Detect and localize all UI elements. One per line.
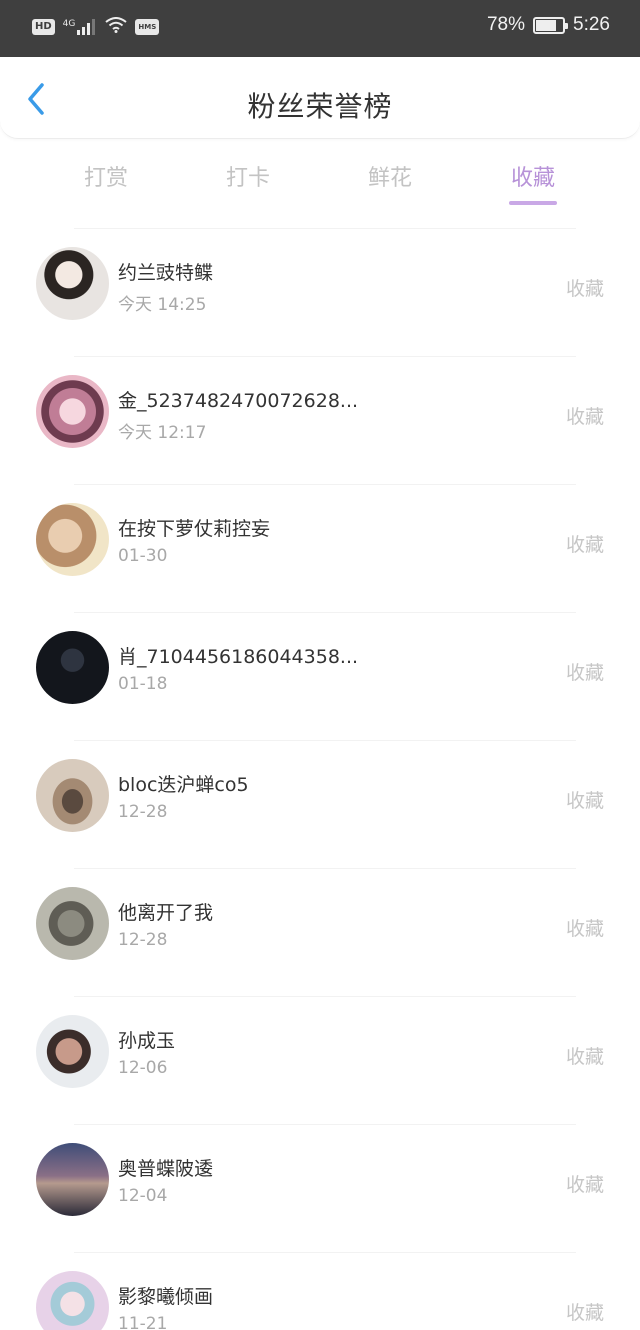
wifi-icon — [105, 17, 127, 37]
tab-checkin[interactable]: 打卡 — [208, 160, 288, 192]
battery-percent: 78% — [486, 14, 526, 35]
tab-favorites[interactable]: 收藏 — [493, 160, 573, 192]
list-item[interactable]: 孙成玉 12-06 收藏 — [0, 996, 640, 1124]
avatar[interactable] — [36, 503, 109, 576]
user-name: 孙成玉 — [118, 1030, 176, 1052]
active-tab-indicator — [509, 201, 557, 205]
tab-reward[interactable]: 打赏 — [66, 160, 146, 192]
tab-flowers[interactable]: 鲜花 — [350, 160, 430, 192]
divider — [74, 868, 576, 869]
timestamp: 12-28 — [118, 802, 168, 822]
list-item[interactable]: 肖_7104456186044358... 01-18 收藏 — [0, 612, 640, 740]
page-title: 粉丝荣誉榜 — [247, 90, 393, 123]
hd-badge: HD — [32, 19, 55, 35]
user-name: bloc迭沪蝉co5 — [118, 774, 249, 796]
list-item[interactable]: bloc迭沪蝉co5 12-28 收藏 — [0, 740, 640, 868]
avatar[interactable] — [36, 1143, 109, 1216]
favorite-label: 收藏 — [565, 1174, 604, 1196]
status-left: HD 4G HMS — [32, 17, 160, 37]
list-item[interactable]: 在按下萝仗莉控妄 01-30 收藏 — [0, 484, 640, 612]
user-name: 金_5237482470072628... — [118, 390, 359, 412]
battery-icon — [533, 16, 569, 34]
list-item[interactable]: 奥普蝶陂逶 12-04 收藏 — [0, 1124, 640, 1252]
user-name: 约兰豉特鲽 — [118, 262, 214, 284]
timestamp: 今天 12:17 — [118, 423, 207, 443]
user-name: 影黎曦倾画 — [118, 1286, 214, 1308]
divider — [74, 484, 576, 485]
timestamp: 今天 14:25 — [118, 295, 207, 315]
favorite-label: 收藏 — [565, 1302, 604, 1324]
user-name: 奥普蝶陂逶 — [118, 1158, 214, 1180]
timestamp: 11-21 — [118, 1314, 168, 1330]
header: 粉丝荣誉榜 — [0, 57, 640, 139]
timestamp: 12-06 — [118, 1058, 168, 1078]
favorite-label: 收藏 — [565, 534, 604, 556]
avatar[interactable] — [36, 1015, 109, 1088]
timestamp: 01-18 — [118, 674, 168, 694]
list-item[interactable]: 约兰豉特鲽 今天 14:25 收藏 — [0, 228, 640, 356]
favorite-label: 收藏 — [565, 1046, 604, 1068]
status-bar: HD 4G HMS 78% 5:26 — [0, 0, 640, 57]
signal-icon: 4G — [63, 19, 98, 35]
divider — [74, 1252, 576, 1253]
timestamp: 12-04 — [118, 1186, 168, 1206]
avatar[interactable] — [36, 887, 109, 960]
user-name: 他离开了我 — [118, 902, 214, 924]
list-item[interactable]: 金_5237482470072628... 今天 12:17 收藏 — [0, 356, 640, 484]
favorite-label: 收藏 — [565, 278, 604, 300]
timestamp: 12-28 — [118, 930, 168, 950]
favorite-label: 收藏 — [565, 790, 604, 812]
user-name: 肖_7104456186044358... — [118, 646, 359, 668]
avatar[interactable] — [36, 1271, 109, 1330]
divider — [74, 740, 576, 741]
hms-badge: HMS — [135, 19, 160, 35]
divider — [74, 1124, 576, 1125]
divider — [74, 356, 576, 357]
timestamp: 01-30 — [118, 546, 168, 566]
avatar[interactable] — [36, 375, 109, 448]
avatar[interactable] — [36, 631, 109, 704]
list-item[interactable]: 他离开了我 12-28 收藏 — [0, 868, 640, 996]
avatar[interactable] — [36, 247, 109, 320]
user-name: 在按下萝仗莉控妄 — [118, 518, 271, 540]
favorite-label: 收藏 — [565, 662, 604, 684]
divider — [74, 228, 576, 229]
favorite-label: 收藏 — [565, 918, 604, 940]
favorite-label: 收藏 — [565, 406, 604, 428]
status-right: 78% 5:26 — [487, 14, 610, 36]
battery-fill — [536, 19, 557, 31]
clock: 5:26 — [573, 14, 610, 35]
divider — [74, 612, 576, 613]
list-item[interactable]: 影黎曦倾画 11-21 收藏 — [0, 1252, 640, 1330]
divider — [74, 996, 576, 997]
avatar[interactable] — [36, 759, 109, 832]
